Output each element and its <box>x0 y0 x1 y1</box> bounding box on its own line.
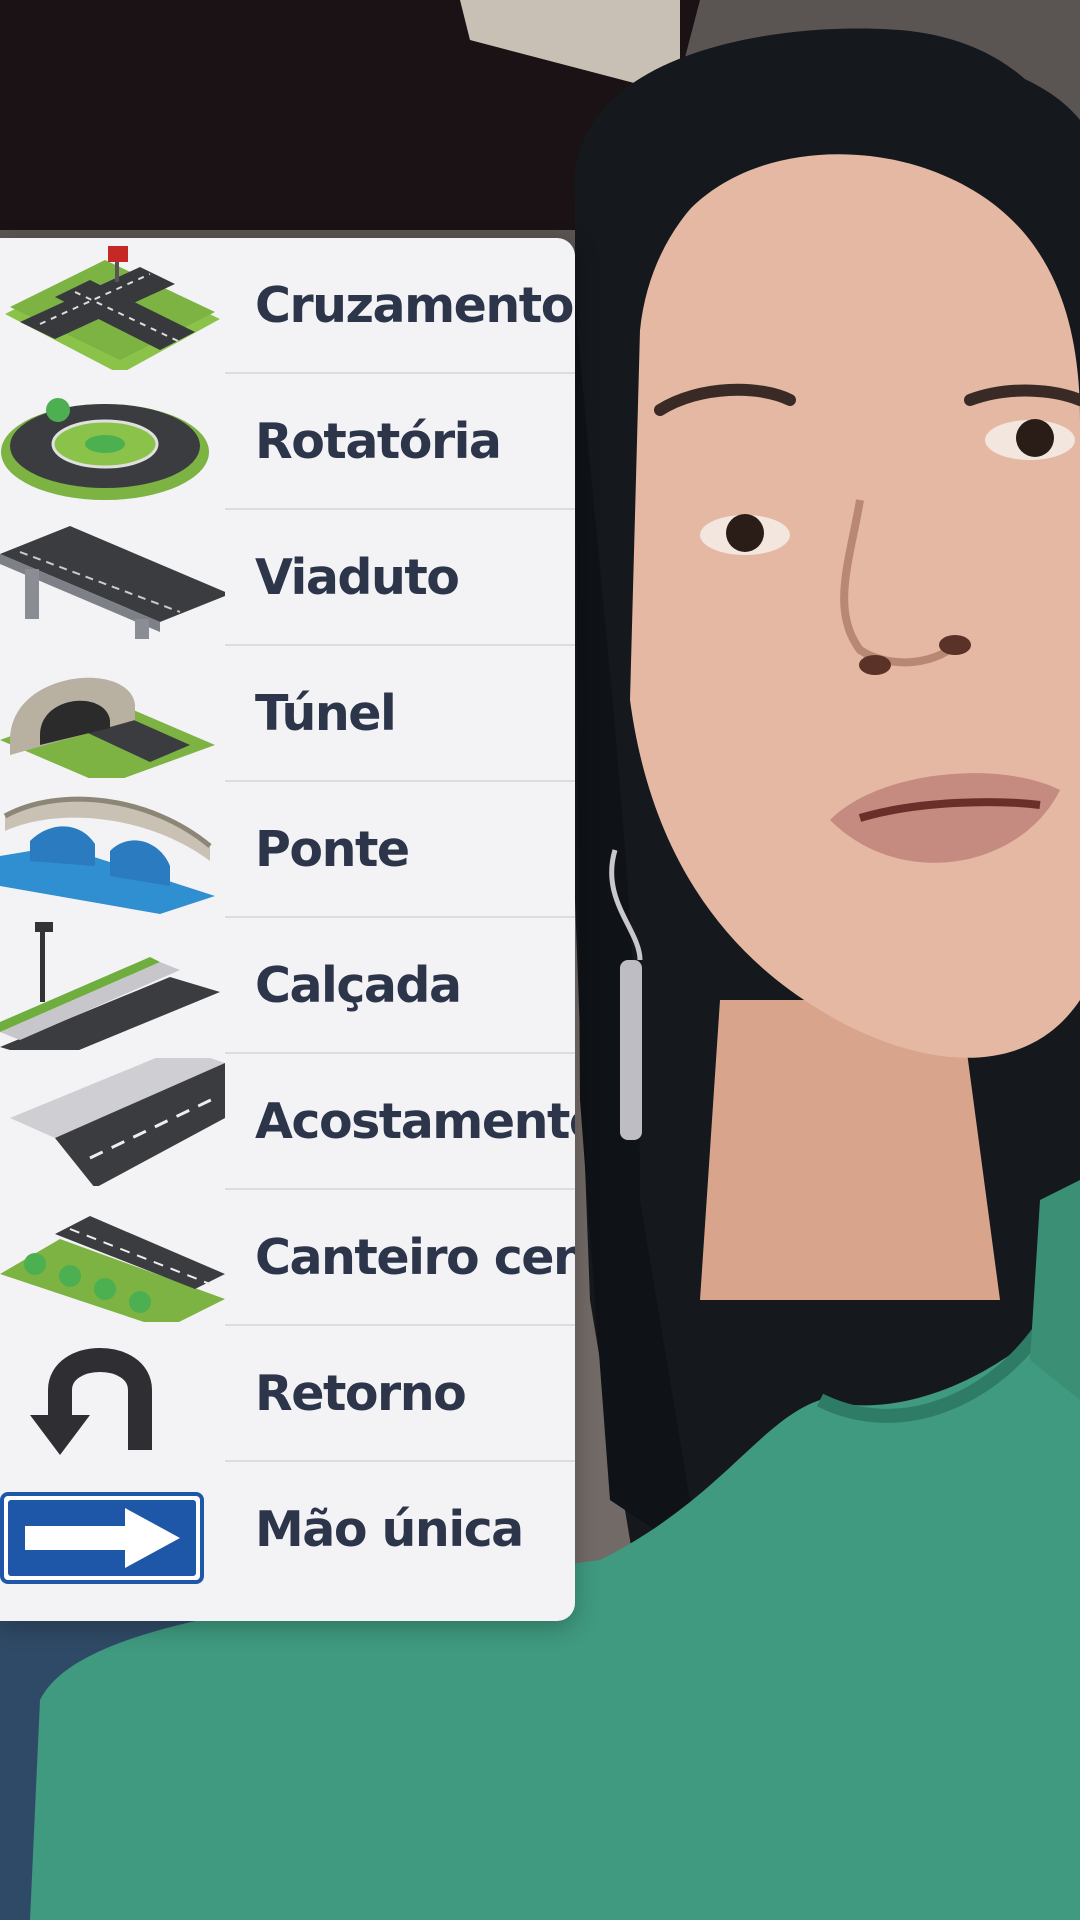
median-strip-icon <box>0 1194 225 1322</box>
road-shoulder-icon <box>0 1058 225 1186</box>
list-item-bridge: Ponte <box>0 782 575 918</box>
crossroads-icon <box>0 242 225 370</box>
u-turn-arrow-icon <box>0 1330 225 1458</box>
term-label: Acostamento <box>255 1093 575 1150</box>
list-item-overpass: Viaduto <box>0 510 575 646</box>
tunnel-icon <box>0 650 225 778</box>
overpass-icon <box>0 514 225 642</box>
list-item-roundabout: Rotatória <box>0 374 575 510</box>
list-item-one-way: Mão única <box>0 1462 575 1598</box>
list-item-tunnel: Túnel <box>0 646 575 782</box>
sidewalk-icon <box>0 922 225 1050</box>
term-label: Canteiro central <box>255 1229 575 1286</box>
bridge-icon <box>0 786 225 914</box>
term-label: Calçada <box>255 957 462 1014</box>
term-label: Retorno <box>255 1365 467 1422</box>
term-label: Ponte <box>255 821 410 878</box>
term-label: Túnel <box>255 685 397 742</box>
road-vocabulary-card: Cruzamento Rotatória Viaduto Túnel Ponte… <box>0 238 575 1621</box>
term-label: Cruzamento <box>255 277 574 334</box>
term-label: Viaduto <box>255 549 460 606</box>
term-label: Mão única <box>255 1501 524 1558</box>
roundabout-icon <box>0 378 225 506</box>
list-item-road-shoulder: Acostamento <box>0 1054 575 1190</box>
list-item-crossroads: Cruzamento <box>0 238 575 374</box>
term-label: Rotatória <box>255 413 502 470</box>
one-way-sign-icon <box>0 1466 225 1594</box>
list-item-median-strip: Canteiro central <box>0 1190 575 1326</box>
list-item-u-turn: Retorno <box>0 1326 575 1462</box>
list-item-sidewalk: Calçada <box>0 918 575 1054</box>
